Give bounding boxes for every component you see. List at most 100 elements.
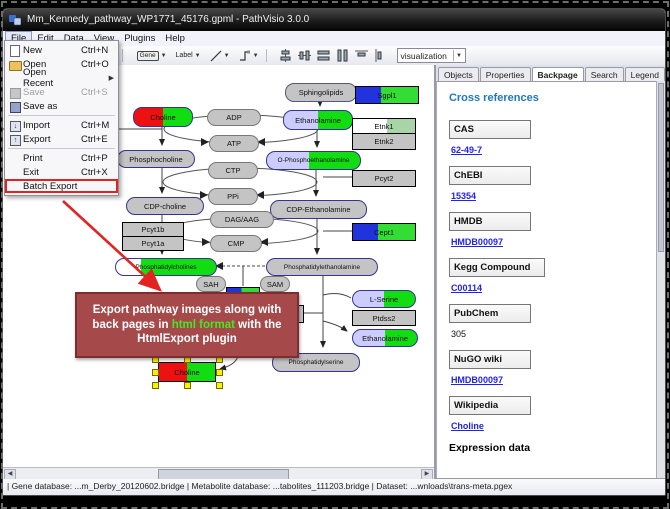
chevron-down-icon[interactable]: ▼ <box>453 50 465 61</box>
elbow-connector-icon <box>239 50 251 62</box>
export-icon: ↑ <box>10 135 21 146</box>
chevron-down-icon[interactable]: ▼ <box>195 53 201 59</box>
elbow-tool-button[interactable]: ▼ <box>238 48 260 63</box>
no <box>8 73 23 84</box>
xref-value[interactable]: C00114 <box>451 283 656 293</box>
pathway-node-ptdss2[interactable]: Ptdss2 <box>352 310 416 326</box>
align-center-y-icon[interactable] <box>298 49 311 62</box>
status-text: | Gene database: ...m_Derby_20120602.bri… <box>7 481 512 491</box>
line-icon <box>210 50 222 62</box>
scroll-left-icon[interactable]: ◀ <box>4 469 16 479</box>
add-datanode-button[interactable]: Gene ▼ <box>136 48 168 63</box>
xref-value: 305 <box>451 329 656 339</box>
pathway-node-phosphocholine[interactable]: Phosphocholine <box>117 150 195 168</box>
xref-section-pubchem: PubChem <box>449 304 531 323</box>
align-top-icon[interactable] <box>355 49 368 62</box>
pathway-node-phosphatidylcholines[interactable]: Phosphatidylcholines <box>115 258 217 276</box>
pathway-node-sah[interactable]: SAH <box>196 276 226 292</box>
pathway-node-ctp[interactable]: CTP <box>208 162 258 179</box>
align-left-icon[interactable] <box>374 49 387 62</box>
file-menu-item-label: Exit <box>23 167 81 178</box>
pathway-node-ppi[interactable]: PPi <box>208 188 258 205</box>
horizontal-scrollbar[interactable]: ◀ ▶ <box>3 467 434 479</box>
file-menu-item-label: Import <box>23 120 81 131</box>
xref-value[interactable]: 15354 <box>451 191 656 201</box>
pathway-node-choline[interactable]: Choline <box>158 362 216 382</box>
file-menu-item-label: Save <box>23 87 81 98</box>
tab-objects[interactable]: Objects <box>438 67 479 81</box>
pathway-node-cdp-choline[interactable]: CDP-choline <box>126 197 204 215</box>
xref-value[interactable]: 62-49-7 <box>451 145 656 155</box>
file-menu-item-export[interactable]: ↑ExportCtrl+E <box>5 132 118 146</box>
file-menu-item-open-recent[interactable]: Open Recent▶ <box>5 71 118 85</box>
pathway-node-pcyt1a[interactable]: Pcyt1a <box>122 236 184 251</box>
pathway-node-cdp-ethanolamine[interactable]: CDP-Ethanolamine <box>270 200 367 219</box>
file-menu-item-new[interactable]: NewCtrl+N <box>5 43 118 57</box>
shortcut-label: Ctrl+S <box>81 87 114 98</box>
pathway-node-o-phosphoethanolamine[interactable]: O-Phosphoethanolamine <box>266 151 361 170</box>
selection-handle[interactable] <box>216 369 223 376</box>
pathway-node-l-serine[interactable]: L-Serine <box>352 290 416 308</box>
pathway-node-dag-aag[interactable]: DAG/AAG <box>210 211 274 228</box>
selection-handle[interactable] <box>216 382 223 389</box>
xref-value[interactable]: Choline <box>451 421 656 431</box>
toolbar-separator <box>266 49 267 62</box>
chevron-down-icon[interactable]: ▼ <box>253 53 259 59</box>
vertical-scrollbar[interactable] <box>656 81 665 479</box>
menu-item-help[interactable]: Help <box>160 32 190 45</box>
add-label-button[interactable]: Label ▼ <box>175 48 202 63</box>
shortcut-label: Ctrl+N <box>81 45 114 56</box>
pathway-node-pcyt1b[interactable]: Pcyt1b <box>122 222 184 237</box>
pathway-node-cept1[interactable]: Cept1 <box>352 223 416 241</box>
menu-item-plugins[interactable]: Plugins <box>119 32 160 45</box>
scroll-right-icon[interactable]: ▶ <box>421 469 433 479</box>
xref-value[interactable]: HMDB00097 <box>451 237 656 247</box>
common-width-icon[interactable] <box>317 49 330 62</box>
pathway-node-cmp[interactable]: CMP <box>210 235 262 252</box>
label-tool-icon: Label <box>176 52 193 59</box>
title-bar[interactable]: Mm_Kennedy_pathway_WP1771_45176.gpml - P… <box>3 9 665 31</box>
new-file-icon <box>10 45 20 57</box>
file-menu-item-exit[interactable]: ExitCtrl+X <box>5 165 118 179</box>
file-menu-item-save[interactable]: SaveCtrl+S <box>5 85 118 99</box>
pathway-node-ethanolamine[interactable]: Ethanolamine <box>352 329 418 347</box>
common-height-icon[interactable] <box>336 49 349 62</box>
file-menu-item-print[interactable]: PrintCtrl+P <box>5 151 118 165</box>
selection-handle[interactable] <box>152 382 159 389</box>
file-menu-item-batch-export[interactable]: Batch Export <box>5 179 118 193</box>
scrollbar-thumb[interactable] <box>158 469 289 479</box>
pathway-node-ethanolamine[interactable]: Ethanolamine <box>283 110 353 130</box>
line-tool-button[interactable]: ▼ <box>209 48 231 63</box>
pathway-node-sgpl1[interactable]: Sgpl1 <box>355 86 419 104</box>
selection-handle[interactable] <box>184 382 191 389</box>
cross-references-heading: Cross references <box>449 92 656 104</box>
pathway-node-pcyt2[interactable]: Pcyt2 <box>352 170 416 187</box>
pathway-node-phosphatidylethanolamine[interactable]: Phosphatidylethanolamine <box>266 258 378 276</box>
shortcut-label: Ctrl+E <box>81 134 114 145</box>
pathway-node-adp[interactable]: ADP <box>207 109 261 126</box>
file-menu-item-save-as[interactable]: Save as <box>5 99 118 113</box>
file-menu-item-import[interactable]: ↓ImportCtrl+M <box>5 118 118 132</box>
pathway-node-sam[interactable]: SAM <box>260 276 290 292</box>
tab-properties[interactable]: Properties <box>480 67 531 81</box>
pathway-node-choline[interactable]: Choline <box>133 107 193 127</box>
tab-search[interactable]: Search <box>585 67 624 81</box>
file-menu-item-label: Save as <box>23 101 81 112</box>
xref-section-wikipedia: Wikipedia <box>449 396 531 415</box>
chevron-down-icon[interactable]: ▼ <box>161 53 167 59</box>
tab-backpage[interactable]: Backpage <box>532 67 584 82</box>
tab-legend[interactable]: Legend <box>625 67 665 81</box>
shortcut-label: Ctrl+X <box>81 167 114 178</box>
chevron-down-icon[interactable]: ▼ <box>224 53 230 59</box>
scrollbar-thumb[interactable] <box>658 83 664 252</box>
visualization-combo[interactable]: visualization ▼ <box>397 48 466 63</box>
file-menu: NewCtrl+NOpenCtrl+OOpen Recent▶SaveCtrl+… <box>4 40 119 196</box>
pathway-node-etnk2[interactable]: Etnk2 <box>352 133 416 150</box>
pathway-node-atp[interactable]: ATP <box>209 135 259 152</box>
window-title: Mm_Kennedy_pathway_WP1771_45176.gpml - P… <box>27 9 309 31</box>
xref-value[interactable]: HMDB00097 <box>451 375 656 385</box>
pathway-node-sphingolipids[interactable]: Sphingolipids <box>285 83 357 102</box>
selection-handle[interactable] <box>152 369 159 376</box>
align-center-x-icon[interactable] <box>279 49 292 62</box>
open-folder-icon <box>9 61 22 71</box>
